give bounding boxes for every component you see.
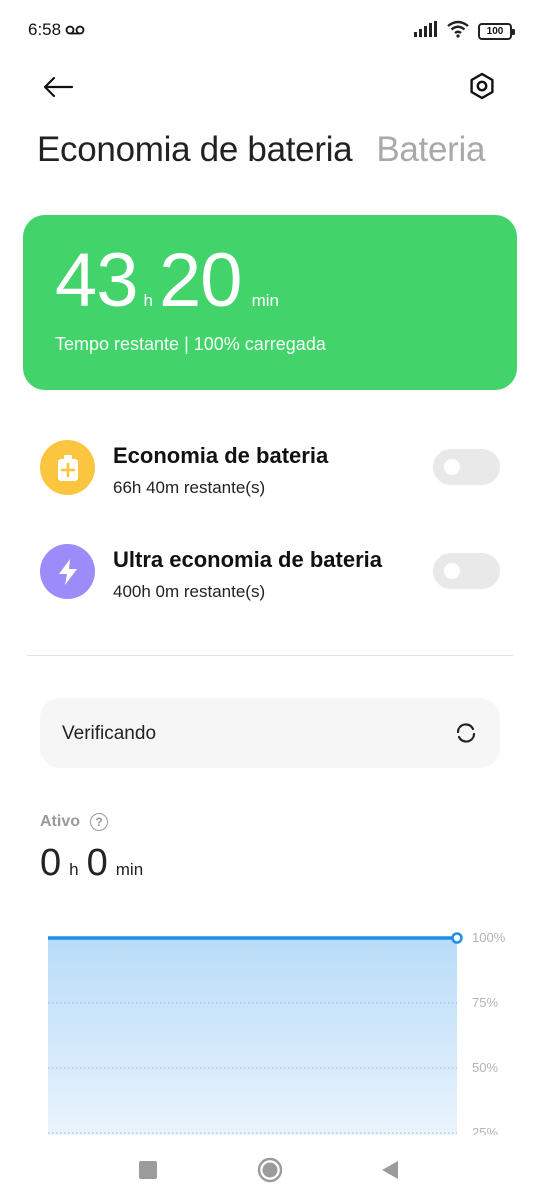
checking-card[interactable]: Verificando xyxy=(40,698,500,768)
toggle-knob xyxy=(444,459,460,475)
active-label: Ativo xyxy=(40,813,80,830)
active-minutes: 0 xyxy=(86,842,108,884)
active-hours-unit: h xyxy=(69,860,79,879)
lightning-icon xyxy=(40,544,95,599)
settings-button[interactable] xyxy=(464,68,500,104)
battery-saver-toggle[interactable] xyxy=(433,449,500,485)
remaining-time: 43 h 20 min xyxy=(55,243,285,319)
active-time: 0 h 0 min xyxy=(40,842,151,885)
top-bar xyxy=(0,62,540,112)
active-label-group: Ativo ? xyxy=(40,813,108,831)
remaining-hours: 43 xyxy=(55,238,139,323)
chart-area xyxy=(48,938,457,1135)
navigation-bar xyxy=(0,1135,540,1200)
circle-icon xyxy=(257,1157,283,1183)
y-tick-label: 100% xyxy=(472,930,506,945)
active-hours: 0 xyxy=(40,842,62,884)
battery-remaining-card: 43 h 20 min Tempo restante | 100% carreg… xyxy=(23,215,517,390)
chart-end-point xyxy=(451,932,463,944)
refresh-icon[interactable] xyxy=(454,721,478,745)
back-button[interactable] xyxy=(38,70,78,104)
battery-saver-title: Economia de bateria xyxy=(113,443,329,468)
battery-plus-icon xyxy=(40,440,95,495)
hours-unit: h xyxy=(143,291,154,310)
recent-apps-button[interactable] xyxy=(133,1155,163,1185)
status-bar: 6:58 100 xyxy=(0,0,540,62)
remaining-subtitle: Tempo restante | 100% carregada xyxy=(55,334,326,354)
battery-indicator: 100 xyxy=(478,23,515,40)
battery-level: 100 xyxy=(486,26,504,37)
ultra-battery-saver-title: Ultra economia de bateria xyxy=(113,547,382,572)
square-icon xyxy=(139,1161,157,1179)
ultra-battery-saver-row[interactable]: Ultra economia de bateria 400h 0m restan… xyxy=(40,544,500,604)
ultra-battery-saver-toggle[interactable] xyxy=(433,553,500,589)
status-time: 6:58 xyxy=(28,20,62,39)
voicemail-icon xyxy=(65,20,85,40)
tab-battery-saver[interactable]: Economia de bateria xyxy=(37,130,353,170)
y-tick-label: 25% xyxy=(472,1125,498,1135)
triangle-back-icon xyxy=(382,1161,398,1179)
battery-saver-row[interactable]: Economia de bateria 66h 40m restante(s) xyxy=(40,440,500,500)
y-tick-label: 75% xyxy=(472,995,498,1010)
chart-svg: 100% 75% 50% 25% xyxy=(48,930,506,1135)
minutes-unit: min xyxy=(251,291,279,310)
status-time-group: 6:58 xyxy=(28,20,85,40)
signal-icon xyxy=(414,21,438,42)
battery-level-chart: 100% 75% 50% 25% xyxy=(0,920,540,1135)
arrow-left-icon xyxy=(43,76,74,98)
active-minutes-unit: min xyxy=(115,860,144,879)
hexagon-gear-icon xyxy=(470,72,494,100)
help-icon[interactable]: ? xyxy=(90,813,108,831)
home-button[interactable] xyxy=(255,1155,285,1185)
status-icons: 100 xyxy=(414,20,515,43)
toggle-knob xyxy=(444,563,460,579)
ultra-battery-saver-subtitle: 400h 0m restante(s) xyxy=(113,582,266,601)
nav-back-button[interactable] xyxy=(375,1155,405,1185)
y-tick-label: 50% xyxy=(472,1060,498,1075)
tab-bar: Economia de bateria Bateria xyxy=(37,130,485,170)
wifi-icon xyxy=(446,20,470,43)
battery-saver-subtitle: 66h 40m restante(s) xyxy=(113,478,266,497)
remaining-minutes: 20 xyxy=(159,238,243,323)
divider xyxy=(27,655,513,656)
checking-label: Verificando xyxy=(62,723,157,744)
tab-battery[interactable]: Bateria xyxy=(376,130,485,170)
